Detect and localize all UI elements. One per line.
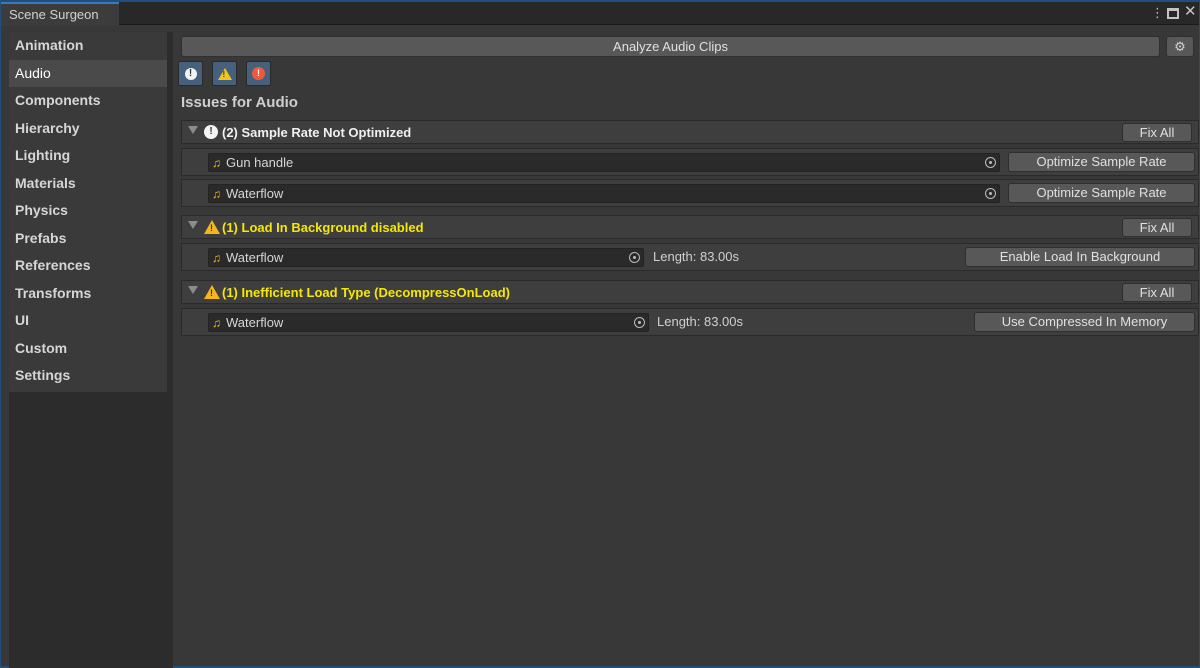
audio-clip-field[interactable]: ♫ Waterflow bbox=[208, 313, 649, 332]
asset-name: Waterflow bbox=[226, 186, 284, 201]
audio-clip-field[interactable]: ♫ Gun handle bbox=[208, 153, 1000, 172]
object-picker-icon[interactable] bbox=[985, 157, 996, 168]
issue-row: ♫ Waterflow Length: 83.00s Use Compresse… bbox=[181, 308, 1199, 336]
issue-group-title: (2) Sample Rate Not Optimized bbox=[222, 125, 412, 140]
filter-warning-toggle[interactable]: ! bbox=[212, 61, 237, 86]
info-icon: ! bbox=[184, 67, 197, 80]
error-icon: ! bbox=[252, 67, 265, 80]
sidebar-item-settings[interactable]: Settings bbox=[9, 362, 167, 390]
optimize-sample-rate-button[interactable]: Optimize Sample Rate bbox=[1008, 183, 1195, 203]
filter-error-toggle[interactable]: ! bbox=[246, 61, 271, 86]
clip-length-label: Length: 83.00s bbox=[657, 314, 744, 329]
issue-group-header[interactable]: ! (1) Load In Background disabled Fix Al… bbox=[181, 215, 1199, 239]
analyze-audio-clips-button[interactable]: Analyze Audio Clips bbox=[181, 36, 1160, 57]
object-picker-icon[interactable] bbox=[634, 317, 645, 328]
asset-name: Waterflow bbox=[226, 315, 284, 330]
issue-row: ♫ Waterflow Length: 83.00s Enable Load I… bbox=[181, 243, 1199, 271]
sidebar-item-components[interactable]: Components bbox=[9, 87, 167, 115]
main-panel: Analyze Audio Clips ⚙ ! ! ! Issues for A… bbox=[173, 26, 1199, 666]
issue-row: ♫ Waterflow Optimize Sample Rate bbox=[181, 179, 1199, 207]
sidebar-item-lighting[interactable]: Lighting bbox=[9, 142, 167, 170]
issue-group-header[interactable]: ! (2) Sample Rate Not Optimized Fix All bbox=[181, 120, 1199, 144]
issue-group-header[interactable]: ! (1) Inefficient Load Type (DecompressO… bbox=[181, 280, 1199, 304]
object-picker-icon[interactable] bbox=[985, 188, 996, 199]
sidebar-item-transforms[interactable]: Transforms bbox=[9, 280, 167, 308]
audio-clip-icon: ♫ bbox=[212, 187, 221, 201]
tab-scene-surgeon[interactable]: Scene Surgeon bbox=[1, 2, 119, 26]
gear-icon: ⚙ bbox=[1174, 39, 1186, 54]
enable-load-in-background-button[interactable]: Enable Load In Background bbox=[965, 247, 1195, 267]
sidebar-item-hierarchy[interactable]: Hierarchy bbox=[9, 115, 167, 143]
asset-name: Waterflow bbox=[226, 250, 284, 265]
foldout-arrow-icon[interactable] bbox=[188, 221, 198, 229]
audio-clip-icon: ♫ bbox=[212, 251, 221, 265]
sidebar-item-ui[interactable]: UI bbox=[9, 307, 167, 335]
sidebar-item-prefabs[interactable]: Prefabs bbox=[9, 225, 167, 253]
warning-icon: ! bbox=[217, 67, 232, 80]
editor-window: Scene Surgeon ⋮ ✕ Animation Audio Compon… bbox=[1, 2, 1199, 668]
sidebar-item-materials[interactable]: Materials bbox=[9, 170, 167, 198]
asset-name: Gun handle bbox=[226, 155, 294, 170]
tab-strip: Scene Surgeon ⋮ ✕ bbox=[1, 2, 1199, 26]
fix-all-button[interactable]: Fix All bbox=[1122, 283, 1192, 302]
sidebar-item-references[interactable]: References bbox=[9, 252, 167, 280]
warning-icon: ! bbox=[204, 220, 220, 234]
optimize-sample-rate-button[interactable]: Optimize Sample Rate bbox=[1008, 152, 1195, 172]
sidebar-item-physics[interactable]: Physics bbox=[9, 197, 167, 225]
kebab-menu-icon[interactable]: ⋮ bbox=[1151, 5, 1164, 21]
filter-info-toggle[interactable]: ! bbox=[178, 61, 203, 86]
sidebar-empty-area bbox=[9, 392, 173, 668]
foldout-arrow-icon[interactable] bbox=[188, 286, 198, 294]
audio-clip-field[interactable]: ♫ Waterflow bbox=[208, 248, 644, 267]
audio-clip-icon: ♫ bbox=[212, 316, 221, 330]
maximize-icon[interactable] bbox=[1167, 8, 1179, 19]
issue-row: ♫ Gun handle Optimize Sample Rate bbox=[181, 148, 1199, 176]
object-picker-icon[interactable] bbox=[629, 252, 640, 263]
issue-group-title: (1) Load In Background disabled bbox=[222, 220, 424, 235]
sidebar-item-animation[interactable]: Animation bbox=[9, 32, 167, 60]
clip-length-label: Length: 83.00s bbox=[653, 249, 740, 264]
sidebar-item-audio[interactable]: Audio bbox=[9, 59, 167, 87]
warning-icon: ! bbox=[204, 285, 220, 299]
fix-all-button[interactable]: Fix All bbox=[1122, 218, 1192, 237]
issues-heading: Issues for Audio bbox=[181, 94, 298, 111]
audio-clip-icon: ♫ bbox=[212, 156, 221, 170]
close-icon[interactable]: ✕ bbox=[1184, 4, 1197, 20]
fix-all-button[interactable]: Fix All bbox=[1122, 123, 1192, 142]
category-sidebar: Animation Audio Components Hierarchy Lig… bbox=[9, 32, 167, 392]
info-icon: ! bbox=[204, 125, 218, 139]
use-compressed-in-memory-button[interactable]: Use Compressed In Memory bbox=[974, 312, 1195, 332]
settings-gear-button[interactable]: ⚙ bbox=[1166, 36, 1194, 57]
audio-clip-field[interactable]: ♫ Waterflow bbox=[208, 184, 1000, 203]
sidebar-item-custom[interactable]: Custom bbox=[9, 335, 167, 363]
issue-group-title: (1) Inefficient Load Type (DecompressOnL… bbox=[222, 285, 510, 300]
foldout-arrow-icon[interactable] bbox=[188, 126, 198, 134]
